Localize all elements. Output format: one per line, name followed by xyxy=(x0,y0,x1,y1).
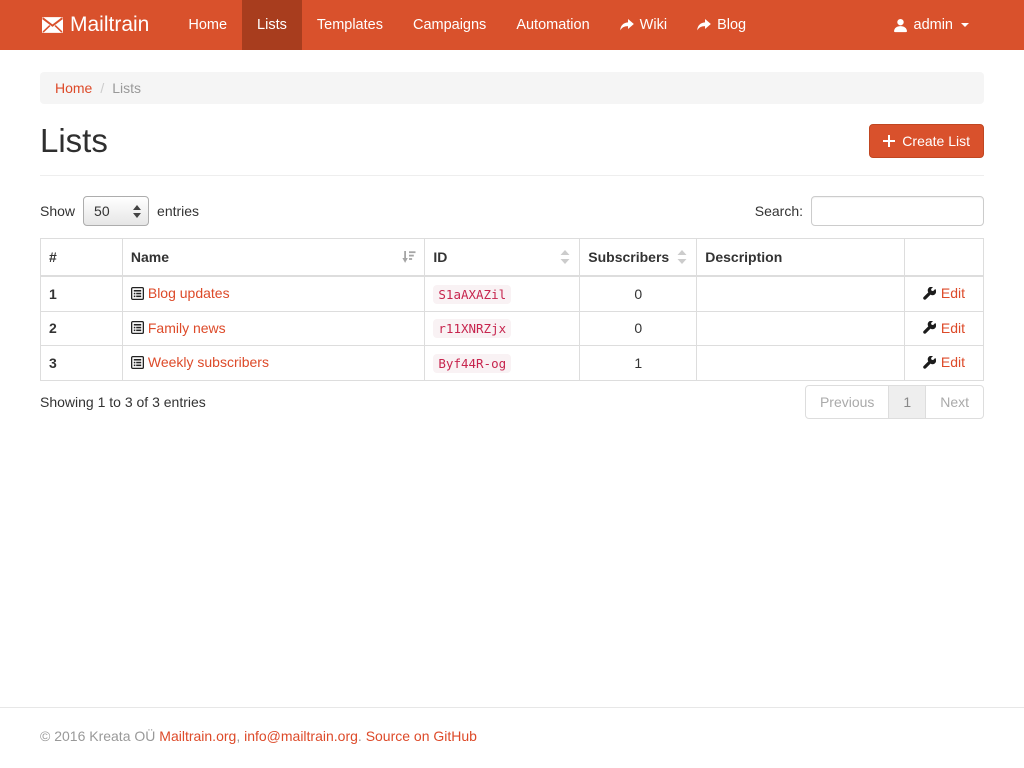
entries-select-value: 50 xyxy=(94,203,110,219)
pagination-page-1[interactable]: 1 xyxy=(888,385,926,419)
table-row: 1 Blog updates S1aAXAZil 0 xyxy=(41,276,984,311)
row-index: 3 xyxy=(41,346,123,381)
header-actions xyxy=(904,239,983,277)
nav-item-wiki[interactable]: Wiki xyxy=(605,0,682,50)
row-index: 1 xyxy=(41,276,123,311)
table-header-row: # Name ID xyxy=(41,239,984,277)
brand-label: Mailtrain xyxy=(70,13,149,37)
list-alt-icon xyxy=(131,356,144,369)
nav-item-blog[interactable]: Blog xyxy=(682,0,761,50)
user-menu[interactable]: admin xyxy=(878,0,985,50)
entries-label: entries xyxy=(157,203,199,219)
user-icon xyxy=(893,18,908,33)
row-id: r11XNRZjx xyxy=(425,311,580,346)
row-id: S1aAXAZil xyxy=(425,276,580,311)
share-icon xyxy=(697,19,711,31)
nav-item-templates[interactable]: Templates xyxy=(302,0,398,50)
row-actions: Edit xyxy=(904,346,983,381)
brand[interactable]: Mailtrain xyxy=(40,0,159,50)
row-name: Blog updates xyxy=(122,276,425,311)
row-index: 2 xyxy=(41,311,123,346)
sort-asc-icon xyxy=(402,251,416,264)
table-controls: Show 50 entries Search: xyxy=(40,196,984,226)
list-id-code: S1aAXAZil xyxy=(433,285,511,304)
wrench-icon xyxy=(923,356,936,369)
page-title: Lists xyxy=(40,122,108,160)
breadcrumb-home-link[interactable]: Home xyxy=(55,80,92,96)
edit-link[interactable]: Edit xyxy=(923,354,965,370)
lists-table: # Name ID xyxy=(40,238,984,381)
wrench-icon xyxy=(923,287,936,300)
create-list-button[interactable]: Create List xyxy=(869,124,984,158)
pagination-previous[interactable]: Previous xyxy=(805,385,889,419)
list-id-code: Byf44R-og xyxy=(433,354,511,373)
row-subscribers: 1 xyxy=(580,346,697,381)
row-actions: Edit xyxy=(904,311,983,346)
envelope-icon xyxy=(42,17,63,33)
footer-site-link[interactable]: Mailtrain.org xyxy=(159,728,236,744)
row-description xyxy=(697,346,905,381)
table-row: 3 Weekly subscribers Byf44R-og 1 xyxy=(41,346,984,381)
row-description xyxy=(697,276,905,311)
select-arrows-icon xyxy=(133,205,141,218)
header-id[interactable]: ID xyxy=(425,239,580,277)
header-subscribers[interactable]: Subscribers xyxy=(580,239,697,277)
nav-item-automation[interactable]: Automation xyxy=(501,0,604,50)
pagination-next[interactable]: Next xyxy=(925,385,984,419)
nav-item-campaigns[interactable]: Campaigns xyxy=(398,0,501,50)
list-alt-icon xyxy=(131,287,144,300)
share-icon xyxy=(620,19,634,31)
list-name-link[interactable]: Blog updates xyxy=(131,285,230,301)
row-actions: Edit xyxy=(904,276,983,311)
breadcrumb-current: Lists xyxy=(112,80,141,96)
nav-item-home[interactable]: Home xyxy=(173,0,242,50)
caret-down-icon xyxy=(961,23,969,27)
row-description xyxy=(697,311,905,346)
search-input[interactable] xyxy=(811,196,984,226)
show-label: Show xyxy=(40,203,75,219)
list-id-code: r11XNRZjx xyxy=(433,319,511,338)
table-info: Showing 1 to 3 of 3 entries xyxy=(40,394,206,410)
row-name: Weekly subscribers xyxy=(122,346,425,381)
list-alt-icon xyxy=(131,321,144,334)
main-nav: Home Lists Templates Campaigns Automatio… xyxy=(173,0,761,50)
footer-copyright: © 2016 Kreata OÜ xyxy=(40,728,155,744)
user-label: admin xyxy=(914,17,954,33)
footer-email-link[interactable]: info@mailtrain.org xyxy=(244,728,358,744)
list-name-link[interactable]: Family news xyxy=(131,320,226,336)
page-header: Lists Create List xyxy=(40,122,984,176)
breadcrumb: Home / Lists xyxy=(40,72,984,104)
header-description: Description xyxy=(697,239,905,277)
row-subscribers: 0 xyxy=(580,276,697,311)
table-row: 2 Family news r11XNRZjx 0 xyxy=(41,311,984,346)
row-id: Byf44R-og xyxy=(425,346,580,381)
pagination: Previous 1 Next xyxy=(805,385,984,419)
search-label: Search: xyxy=(755,203,803,219)
wrench-icon xyxy=(923,321,936,334)
edit-link[interactable]: Edit xyxy=(923,320,965,336)
header-name[interactable]: Name xyxy=(122,239,425,277)
row-name: Family news xyxy=(122,311,425,346)
edit-link[interactable]: Edit xyxy=(923,285,965,301)
breadcrumb-separator: / xyxy=(100,80,104,96)
footer: © 2016 Kreata OÜ Mailtrain.org, info@mai… xyxy=(0,707,1024,768)
entries-select[interactable]: 50 xyxy=(83,196,149,226)
row-subscribers: 0 xyxy=(580,311,697,346)
nav-item-lists[interactable]: Lists xyxy=(242,0,302,50)
header-index: # xyxy=(41,239,123,277)
navbar: Mailtrain Home Lists Templates Campaigns… xyxy=(0,0,1024,50)
plus-icon xyxy=(883,135,895,147)
sort-both-icon xyxy=(559,250,571,264)
list-name-link[interactable]: Weekly subscribers xyxy=(131,354,269,370)
sort-both-icon xyxy=(676,250,688,264)
footer-source-link[interactable]: Source on GitHub xyxy=(366,728,477,744)
